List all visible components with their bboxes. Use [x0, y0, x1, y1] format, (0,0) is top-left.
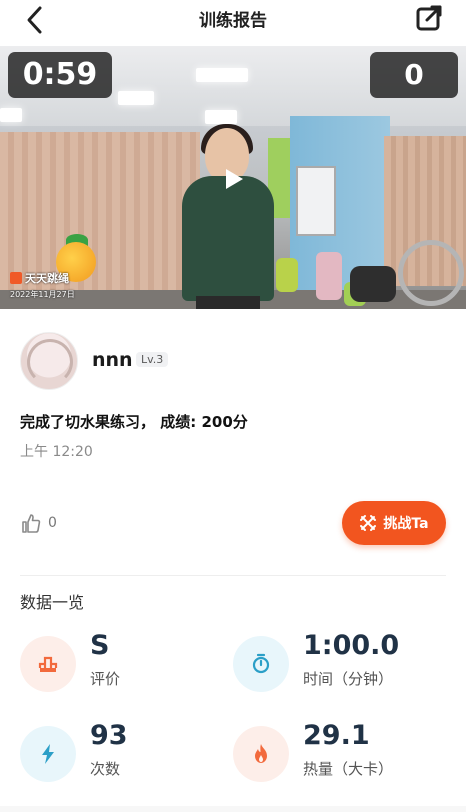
score-display: 0	[370, 52, 458, 98]
stat-label: 评价	[90, 670, 121, 688]
training-video[interactable]: 0:59 0 天天跳绳 2022年11月27日	[0, 46, 466, 309]
stool	[316, 252, 342, 300]
curtain	[0, 132, 200, 290]
username[interactable]: nnn	[92, 349, 133, 371]
lightning-icon	[20, 726, 76, 782]
bottom-separator	[0, 806, 466, 812]
ceiling-light	[118, 91, 154, 105]
like-count: 0	[48, 515, 57, 531]
podium-icon	[20, 636, 76, 692]
stool	[276, 258, 298, 292]
external-link-icon[interactable]	[412, 2, 446, 36]
bag	[350, 266, 396, 302]
thumbs-up-icon	[22, 514, 41, 533]
stat-label: 热量（大卡）	[303, 760, 394, 778]
divider	[20, 575, 446, 576]
whiteboard	[296, 166, 336, 236]
ceiling-light	[205, 110, 237, 124]
ceiling-light	[196, 68, 248, 82]
stat-label: 次数	[90, 760, 121, 778]
brand-logo-icon	[10, 272, 22, 284]
challenge-button[interactable]: 挑战Ta	[342, 501, 446, 545]
person	[182, 176, 274, 301]
play-icon[interactable]	[220, 166, 246, 192]
page-title: 训练报告	[199, 11, 267, 31]
post-time: 上午 12:20	[20, 444, 93, 460]
hoop	[398, 240, 464, 306]
date-stamp: 2022年11月27日	[10, 290, 75, 299]
stat-value: 29.1	[303, 720, 370, 751]
section-title: 数据一览	[20, 593, 85, 612]
avatar[interactable]	[20, 332, 78, 390]
ceiling-light	[0, 108, 22, 122]
like-button[interactable]: 0	[20, 512, 57, 534]
stat-value: 1:00.0	[303, 630, 400, 661]
timer-display: 0:59	[8, 52, 112, 98]
top-bar: 训练报告	[0, 0, 466, 46]
avatar-illustration	[27, 339, 73, 385]
stopwatch-icon	[233, 636, 289, 692]
challenge-label: 挑战Ta	[383, 516, 429, 532]
stat-label: 时间（分钟）	[303, 670, 394, 688]
brand-watermark: 天天跳绳	[10, 270, 69, 286]
level-badge: Lv.3	[136, 352, 169, 367]
stat-value: 93	[90, 720, 128, 751]
person	[196, 296, 260, 309]
post-description: 完成了切水果练习， 成绩: 200分	[20, 413, 248, 431]
stat-value: S	[90, 630, 110, 661]
crossed-swords-icon	[360, 515, 377, 531]
flame-icon	[233, 726, 289, 782]
brand-name: 天天跳绳	[25, 272, 69, 285]
